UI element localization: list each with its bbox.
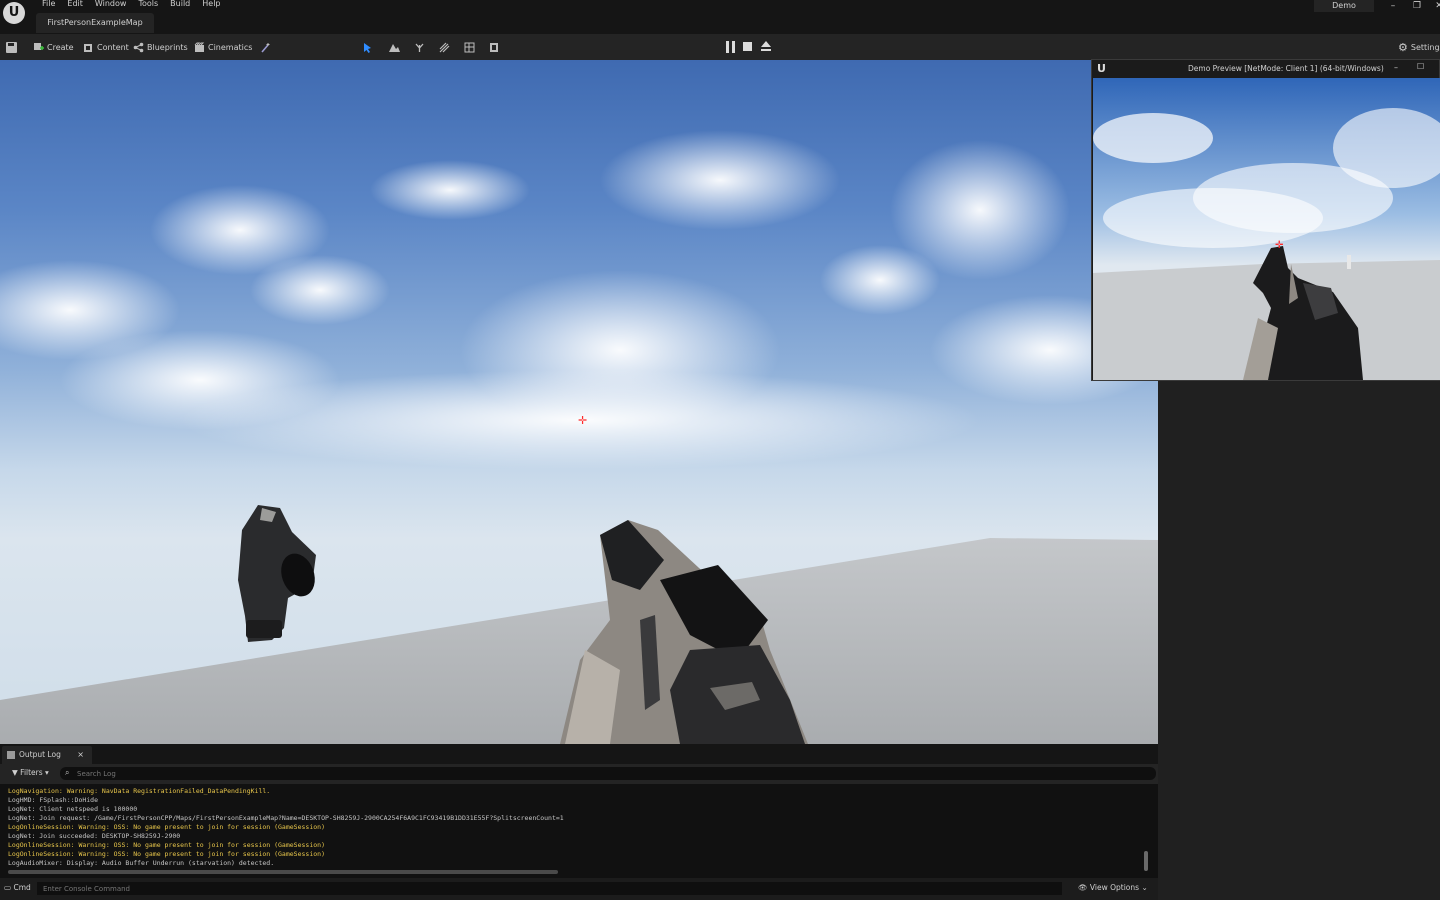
title-bar: U File Edit Window Tools Build Help Firs… (0, 0, 1440, 34)
console-command-input[interactable] (37, 882, 1062, 895)
log-line: LogOnlineSession: Warning: OSS: No game … (8, 823, 325, 831)
modeling-icon (439, 42, 450, 52)
foliage-icon (415, 43, 424, 52)
eject-bar (761, 49, 771, 51)
blueprints-icon (133, 42, 144, 52)
log-search-box: ⌕ (60, 767, 1156, 780)
menu-bar: File Edit Window Tools Build Help (36, 0, 227, 11)
preview-viewport[interactable]: ✛ (1093, 78, 1440, 380)
log-vertical-scrollbar[interactable] (1144, 851, 1148, 871)
tab-map[interactable]: FirstPersonExampleMap (36, 13, 154, 33)
tab-output-log[interactable]: Output Log × (2, 746, 92, 764)
create-label: Create (47, 42, 74, 52)
log-horizontal-scrollbar[interactable] (8, 870, 558, 874)
log-line: LogNet: Join request: /Game/FirstPersonC… (8, 814, 564, 822)
stop-button[interactable] (743, 42, 752, 51)
preview-maximize-button[interactable]: ☐ (1417, 62, 1424, 71)
cmd-button[interactable]: ▭ Cmd (4, 883, 31, 892)
menu-window[interactable]: Window (89, 0, 133, 11)
modeling-mode-button[interactable] (439, 39, 450, 55)
select-mode-icon (364, 42, 371, 53)
select-mode-button[interactable] (362, 39, 373, 55)
project-name: Demo (1314, 0, 1374, 12)
right-panel-background (1158, 381, 1440, 900)
content-button[interactable]: Content (83, 39, 129, 55)
preview-ue-logo-icon: U (1097, 62, 1106, 75)
menu-build[interactable]: Build (164, 0, 196, 11)
settings-button[interactable]: ⚙ Settings (1398, 39, 1440, 55)
view-options-label: View Options (1089, 883, 1140, 892)
restore-button[interactable]: ❐ (1408, 0, 1426, 12)
cinematics-icon (194, 42, 205, 52)
console-bar: ▭ Cmd 👁 View Options ⌄ (0, 878, 1158, 900)
content-icon (84, 43, 92, 52)
wand-icon (261, 42, 270, 53)
close-tab-button[interactable]: × (77, 746, 84, 764)
save-button[interactable] (6, 39, 17, 55)
save-icon (6, 41, 17, 53)
create-icon (34, 42, 44, 50)
scene (0, 130, 1158, 744)
filters-button[interactable]: ▼ Filters ▾ (12, 768, 49, 777)
foliage-mode-button[interactable] (414, 39, 425, 55)
brush-edit-icon (490, 42, 498, 52)
fracture-icon (464, 42, 475, 52)
fracture-mode-button[interactable] (464, 39, 475, 55)
log-line: LogAudioMixer: Display: Audio Buffer Und… (8, 859, 275, 867)
log-line: LogNet: Join succeeded: DESKTOP-SH8259J-… (8, 832, 181, 840)
create-button[interactable]: Create (33, 39, 74, 55)
output-log-label: Output Log (19, 750, 61, 759)
menu-file[interactable]: File (36, 0, 61, 11)
blueprints-label: Blueprints (147, 42, 188, 52)
menu-edit[interactable]: Edit (61, 0, 89, 11)
menu-help[interactable]: Help (196, 0, 226, 11)
preview-crosshair-icon: ✛ (1275, 240, 1284, 251)
main-toolbar: Create Content Blueprints Cinematics ⚙ S… (0, 34, 1440, 60)
log-lines: LogNavigation: Warning: NavData Registra… (8, 787, 564, 868)
log-line: LogHMD: FSplash::DoHide (8, 796, 99, 804)
log-line: LogOnlineSession: Warning: OSS: No game … (8, 850, 325, 858)
unreal-logo-icon: U (3, 2, 25, 24)
log-line: LogOnlineSession: Warning: OSS: No game … (8, 841, 325, 849)
preview-title: Demo Preview [NetMode: Client 1] (64-bit… (1188, 64, 1384, 73)
log-line: LogNavigation: Warning: NavData Registra… (8, 787, 271, 795)
quick-settings-button[interactable] (260, 39, 271, 55)
brush-edit-mode-button[interactable] (488, 39, 499, 55)
eject-button[interactable] (761, 41, 771, 47)
close-window-button[interactable]: ✕ (1430, 0, 1440, 12)
log-tab-bar: Output Log × (0, 744, 1158, 764)
settings-label: Settings (1410, 42, 1440, 52)
preview-scene (1093, 78, 1440, 380)
level-viewport[interactable]: ✛ (0, 60, 1158, 744)
minimize-button[interactable]: – (1384, 0, 1402, 12)
cinematics-label: Cinematics (208, 42, 253, 52)
gear-icon: ⚙ (1398, 40, 1408, 54)
cinematics-button[interactable]: Cinematics (194, 39, 252, 55)
remote-player-weapon (238, 505, 316, 642)
output-log-panel: Output Log × ▼ Filters ▾ ⌕ LogNavigation… (0, 744, 1158, 900)
landscape-icon (389, 43, 400, 52)
log-filter-bar: ▼ Filters ▾ ⌕ (0, 764, 1158, 784)
chevron-down-icon: ⌄ (1141, 883, 1148, 892)
log-search-input[interactable] (77, 768, 677, 779)
content-label: Content (97, 42, 129, 52)
chevron-down-icon: ▾ (45, 768, 49, 777)
crosshair-icon: ✛ (578, 414, 588, 427)
blueprints-button[interactable]: Blueprints (133, 39, 188, 55)
eye-icon: 👁 (1078, 883, 1088, 892)
demo-preview-window[interactable]: U Demo Preview [NetMode: Client 1] (64-b… (1091, 59, 1440, 381)
filter-icon: ▼ (12, 768, 18, 777)
output-log-icon (7, 751, 15, 759)
search-icon: ⌕ (65, 768, 70, 777)
landscape-mode-button[interactable] (389, 39, 400, 55)
log-line: LogNet: Client netspeed is 100000 (8, 805, 138, 813)
view-options-button[interactable]: 👁 View Options ⌄ (1078, 883, 1148, 892)
preview-minimize-button[interactable]: – (1394, 63, 1398, 72)
pause-button[interactable] (726, 41, 735, 53)
menu-tools[interactable]: Tools (132, 0, 164, 11)
cmd-label: Cmd (13, 883, 31, 892)
filters-label: Filters (20, 768, 43, 777)
console-icon: ▭ (4, 883, 12, 892)
preview-title-bar[interactable]: U Demo Preview [NetMode: Client 1] (64-b… (1092, 60, 1439, 78)
